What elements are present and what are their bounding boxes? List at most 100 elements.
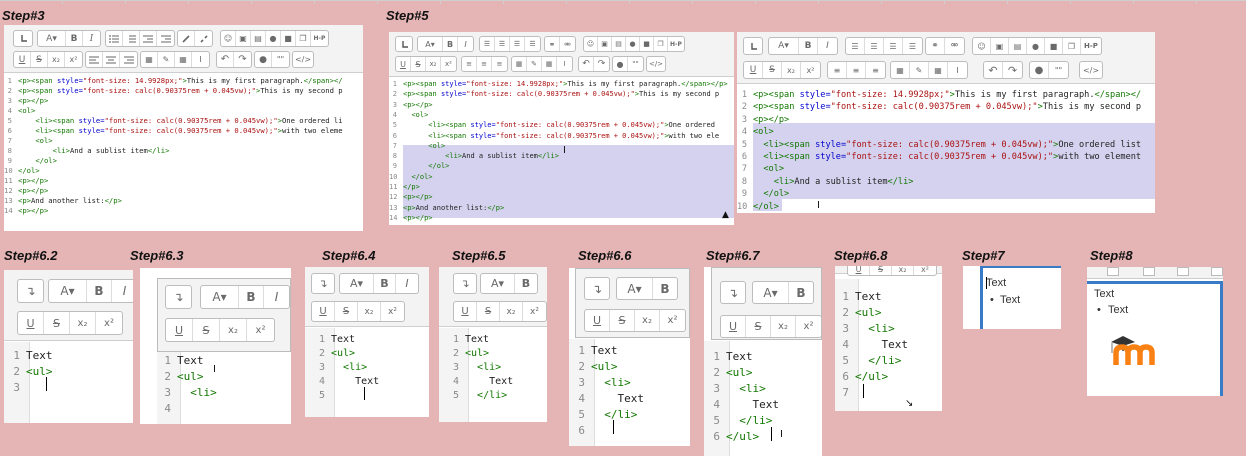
subscript-icon[interactable]: x₂	[635, 310, 660, 331]
table-icon[interactable]: ▦	[929, 62, 948, 78]
strikethrough-icon[interactable]: S	[610, 310, 635, 331]
equation-icon[interactable]: ▦	[512, 57, 527, 71]
code-line[interactable]: 5 </li>	[569, 408, 690, 424]
outdent-icon[interactable]: ☰	[510, 37, 525, 51]
code-line[interactable]: 4 Text	[569, 392, 690, 408]
code-line[interactable]: 14 <p></p>	[389, 214, 734, 224]
link-icon[interactable]: ⚭	[545, 37, 560, 51]
code-line[interactable]: 4 <ol>	[4, 106, 363, 116]
align-right-icon[interactable]: ≡	[492, 57, 507, 71]
code-line[interactable]: 7	[835, 386, 942, 402]
subscript-icon[interactable]: x₂	[782, 62, 801, 78]
strikethrough-icon[interactable]: S	[477, 302, 500, 321]
code-line[interactable]: 2 <p><span style="font-size: calc(0.90375…	[737, 102, 1155, 114]
code-line[interactable]: 5 </li>	[704, 414, 822, 430]
record-audio-icon[interactable]: ●	[266, 31, 281, 46]
code-line[interactable]: 6 </ul>	[704, 430, 822, 446]
align-right-icon[interactable]: ≡	[866, 62, 885, 78]
toolbar-button[interactable]	[1211, 267, 1223, 276]
toolbar-button[interactable]	[1177, 267, 1189, 276]
code-line[interactable]: 3 <p></p>	[389, 101, 734, 111]
superscript-icon[interactable]: x²	[381, 302, 404, 321]
rendered-list-item[interactable]: Text	[1000, 294, 1020, 306]
code-line[interactable]: 2 <ul>	[704, 366, 822, 382]
html-source-editor[interactable]: 1 Text 2 <ul> 3 <li> 4 Text 5 </li> 6 </ul> 7	[835, 287, 942, 411]
code-line[interactable]: 2 <ul>	[4, 365, 133, 381]
bold-icon[interactable]: B	[66, 31, 83, 46]
undo-icon[interactable]: ↶	[984, 62, 1003, 78]
underline-icon[interactable]: U	[312, 302, 335, 321]
unlink-icon[interactable]: ⚮	[560, 37, 575, 51]
paragraph-icon[interactable]: A ▾	[201, 286, 239, 308]
code-line[interactable]: 2 <p><span style="font-size: calc(0.90375…	[4, 86, 363, 96]
paragraph-icon[interactable]: A ▾	[617, 278, 653, 299]
subscript-icon[interactable]: x₂	[48, 52, 65, 67]
bold-icon[interactable]: B	[515, 274, 537, 293]
accessibility-checker-icon[interactable]: ●	[613, 57, 628, 71]
toolbar-button[interactable]	[1143, 267, 1155, 276]
strikethrough-icon[interactable]: S	[335, 302, 358, 321]
code-line[interactable]: 13 <p>And another list:</p>	[389, 204, 734, 214]
undo-icon[interactable]: ↶	[217, 52, 234, 67]
code-line[interactable]: 5 <li><span style="font-size: calc(0.903…	[737, 140, 1155, 152]
code-line[interactable]: 8 <li>And a sublist item</li>	[737, 177, 1155, 189]
code-line[interactable]: 14 <p></p>	[4, 206, 363, 216]
media-icon[interactable]: ▤	[251, 31, 266, 46]
redo-icon[interactable]: ↷	[234, 52, 251, 67]
bold-icon[interactable]: B	[443, 37, 458, 51]
subscript-icon[interactable]: x₂	[426, 57, 441, 71]
media-icon[interactable]: ▤	[1009, 38, 1027, 54]
strikethrough-icon[interactable]: S	[44, 312, 70, 334]
undo-icon[interactable]: ↴	[18, 280, 43, 302]
code-line[interactable]: 1 <p><span style="font-size: 14.9928px;">…	[737, 90, 1155, 102]
superscript-icon[interactable]: x²	[796, 316, 821, 337]
h5p-icon[interactable]: H-P	[1081, 38, 1101, 54]
superscript-icon[interactable]: x²	[96, 312, 122, 334]
italic-icon[interactable]: I	[818, 38, 837, 54]
code-line[interactable]: 9 </ol>	[4, 156, 363, 166]
indent-icon[interactable]	[157, 31, 174, 46]
html-icon[interactable]: </>	[1080, 62, 1102, 78]
bold-icon[interactable]: B	[87, 280, 112, 302]
unordered-list-icon[interactable]: ☰	[846, 38, 865, 54]
code-line[interactable]: 2 <ul>	[439, 348, 547, 362]
strikethrough-icon[interactable]: S	[870, 266, 892, 275]
code-line[interactable]: 3 <p></p>	[737, 115, 1155, 127]
code-line[interactable]: 5	[305, 390, 429, 404]
emoji-icon[interactable]: ☺	[973, 38, 991, 54]
indent-icon[interactable]: ☰	[525, 37, 540, 51]
code-line[interactable]: 2 <ul>	[835, 306, 942, 322]
code-line[interactable]: 4	[157, 402, 291, 418]
special-char-icon[interactable]: ✎	[910, 62, 929, 78]
undo-icon[interactable]	[14, 31, 32, 46]
italic-icon[interactable]: I	[83, 31, 100, 46]
align-center-icon[interactable]: ≡	[477, 57, 492, 71]
html-source-editor[interactable]: 1 Text 2 <ul> 3 <li> 4 Text 5 </li>	[439, 330, 547, 422]
code-line[interactable]: 3	[4, 381, 133, 397]
paragraph-icon[interactable]: A ▾	[481, 274, 515, 293]
code-line[interactable]: 6 </ul>	[835, 370, 942, 386]
paragraph-icon[interactable]: A ▾	[418, 37, 443, 51]
paragraph-icon[interactable]: A ▾	[340, 274, 374, 293]
code-line[interactable]: 9 </ol>	[737, 189, 1155, 201]
bold-icon[interactable]: B	[799, 38, 818, 54]
record-audio-icon[interactable]: ●	[1027, 38, 1045, 54]
undo-icon[interactable]: ↴	[721, 282, 745, 303]
code-line[interactable]: 1 Text	[157, 354, 291, 370]
code-line[interactable]: 11 <p></p>	[4, 176, 363, 186]
code-line[interactable]: 13 <p>And another list:</p>	[4, 196, 363, 206]
code-line[interactable]: 4 Text	[835, 338, 942, 354]
code-line[interactable]: 2 <ul>	[157, 370, 291, 386]
undo-icon[interactable]: ↴	[585, 278, 609, 299]
unordered-list-icon[interactable]: ☰	[480, 37, 495, 51]
toolbar-button[interactable]	[1107, 267, 1119, 276]
underline-icon[interactable]: U	[396, 57, 411, 71]
superscript-icon[interactable]: x²	[523, 302, 546, 321]
italic-icon[interactable]: I	[458, 37, 473, 51]
strikethrough-icon[interactable]: S	[746, 316, 771, 337]
code-line[interactable]: 5 </li>	[835, 354, 942, 370]
align-left-icon[interactable]: ≡	[462, 57, 477, 71]
bold-icon[interactable]: B	[239, 286, 264, 308]
undo-icon[interactable]	[396, 37, 412, 51]
manage-files-icon[interactable]: ❐	[1063, 38, 1081, 54]
